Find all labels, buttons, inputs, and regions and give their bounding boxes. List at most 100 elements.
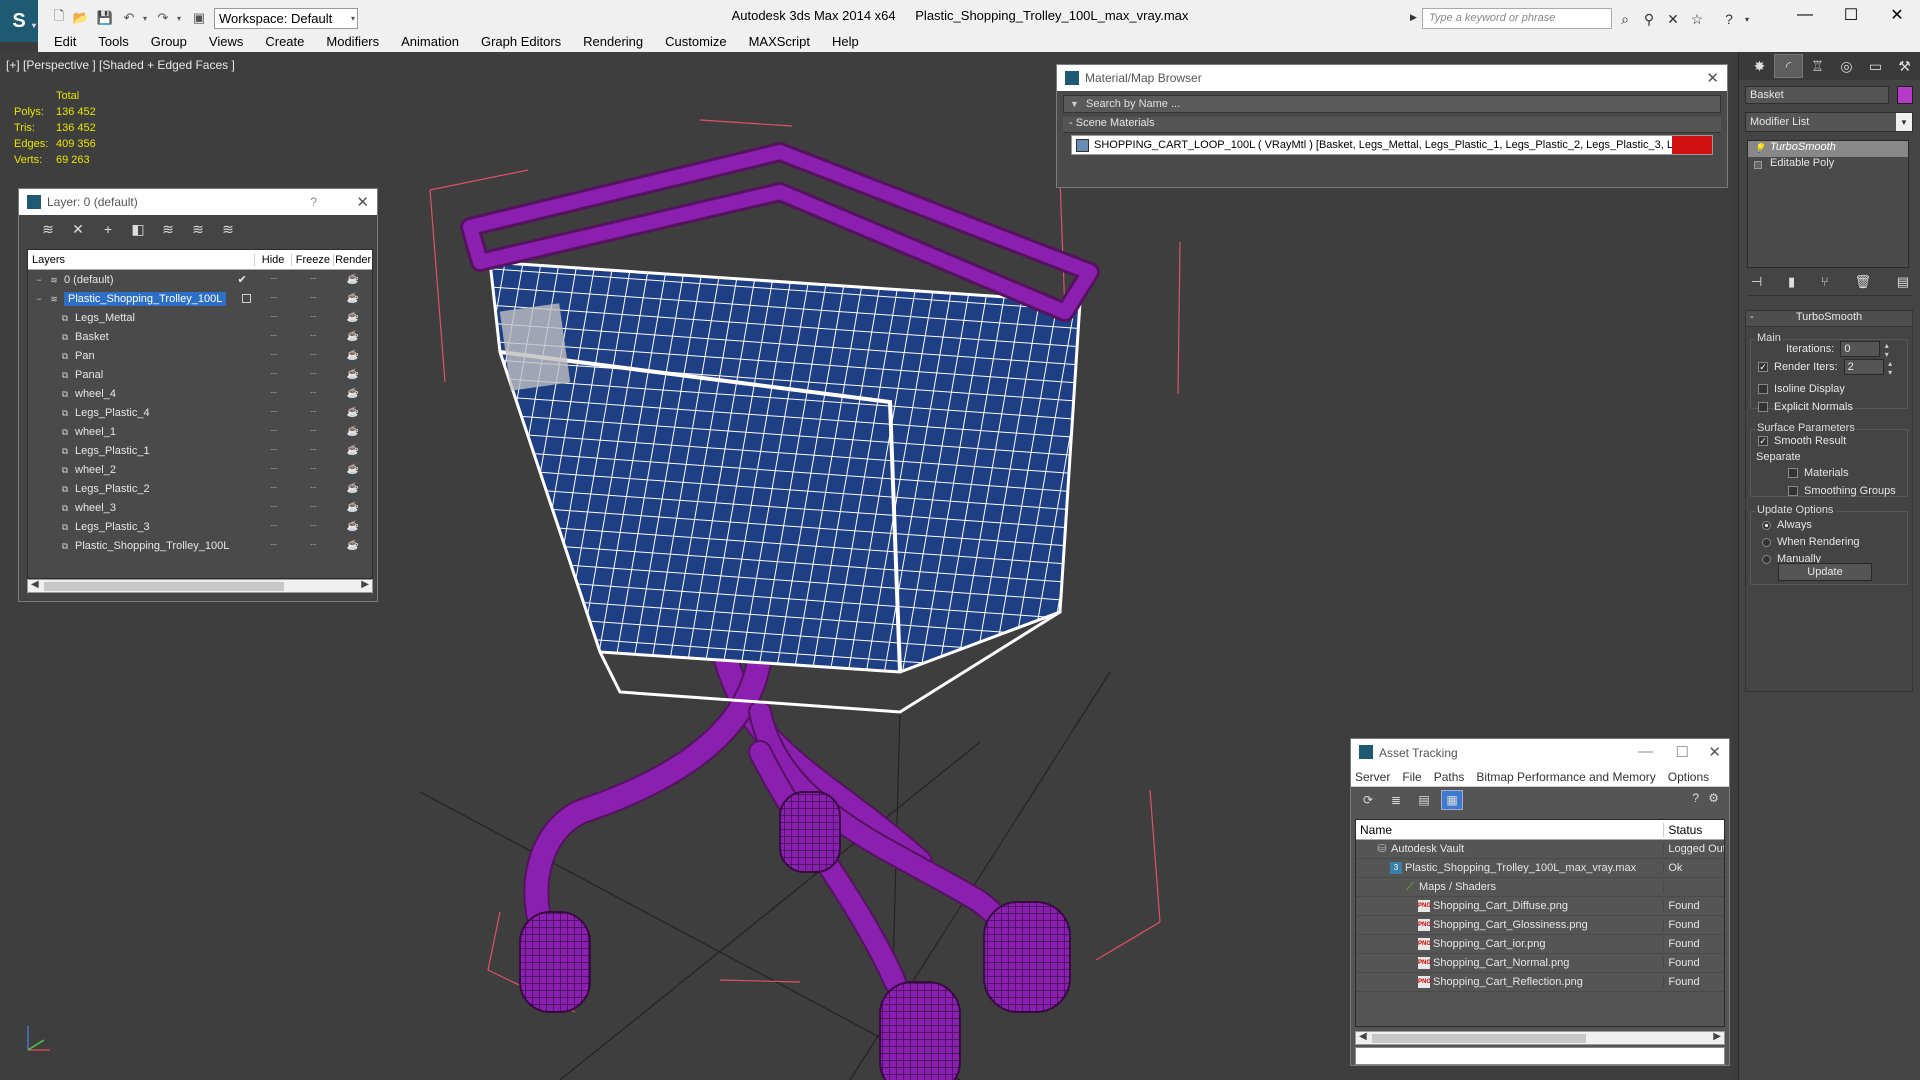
- menu-customize[interactable]: Customize: [665, 34, 726, 49]
- undo-dropdown-icon[interactable]: ▾: [136, 9, 154, 27]
- layer-row[interactable]: − ≋ 0 (default) ✔ ┄ ┄ ☕: [28, 270, 372, 289]
- save-file-icon[interactable]: 💾: [96, 9, 114, 27]
- project-folder-icon[interactable]: ▣: [190, 9, 208, 27]
- utilities-tab-icon[interactable]: ⚒: [1890, 54, 1919, 78]
- layer-row[interactable]: ⧉ Legs_Plastic_1 ┄ ┄ ☕: [28, 441, 372, 460]
- collapse-icon[interactable]: −: [34, 294, 44, 304]
- freeze-toggle-icon[interactable]: ┄: [293, 369, 335, 380]
- hide-all-icon[interactable]: ≋: [183, 221, 213, 238]
- chevron-down-icon[interactable]: ▼: [1896, 113, 1912, 131]
- layer-window-titlebar[interactable]: Layer: 0 (default) ? ✕: [19, 189, 377, 215]
- freeze-toggle-icon[interactable]: ┄: [292, 293, 334, 304]
- render-toggle-icon[interactable]: ☕: [334, 369, 372, 380]
- always-radio[interactable]: [1762, 520, 1771, 530]
- asset-row[interactable]: PNG Shopping_Cart_ior.png Found: [1356, 935, 1724, 954]
- favorites-star-icon[interactable]: ☆: [1688, 10, 1706, 28]
- freeze-toggle-icon[interactable]: ┄: [293, 445, 335, 456]
- maximize-icon[interactable]: ☐: [1676, 743, 1689, 761]
- close-icon[interactable]: ✕: [1708, 743, 1721, 761]
- scroll-thumb[interactable]: [44, 582, 284, 591]
- settings-icon[interactable]: ⚙: [1708, 791, 1719, 805]
- render-toggle-icon[interactable]: ☕: [334, 331, 372, 342]
- asset-row[interactable]: PNG Shopping_Cart_Diffuse.png Found: [1356, 897, 1724, 916]
- render-toggle-icon[interactable]: ☕: [334, 483, 372, 494]
- when-rendering-radio[interactable]: [1762, 537, 1771, 547]
- menu-modifiers[interactable]: Modifiers: [326, 34, 379, 49]
- stack-item-turbosmooth[interactable]: 💡 TurboSmooth: [1748, 141, 1908, 157]
- freeze-toggle-icon[interactable]: ┄: [293, 331, 335, 342]
- object-color-swatch[interactable]: [1897, 86, 1913, 104]
- menu-create[interactable]: Create: [265, 34, 304, 49]
- hide-toggle-icon[interactable]: ┄: [255, 540, 293, 551]
- column-hide[interactable]: Hide: [255, 253, 293, 266]
- freeze-all-icon[interactable]: ≋: [213, 221, 243, 238]
- layer-row[interactable]: ⧉ Legs_Plastic_3 ┄ ┄ ☕: [28, 517, 372, 536]
- material-entry[interactable]: SHOPPING_CART_LOOP_100L ( VRayMtl ) [Bas…: [1071, 135, 1713, 155]
- layer-row[interactable]: ⧉ wheel_2 ┄ ┄ ☕: [28, 460, 372, 479]
- workspace-dropdown[interactable]: Workspace: Default: [214, 8, 358, 29]
- freeze-toggle-icon[interactable]: ┄: [293, 350, 335, 361]
- scroll-right-icon[interactable]: ▶: [361, 579, 369, 590]
- help-icon[interactable]: ?: [1692, 791, 1699, 805]
- open-file-icon[interactable]: 📂: [72, 9, 90, 27]
- make-unique-icon[interactable]: ⑂: [1821, 274, 1829, 295]
- layer-row[interactable]: ⧉ wheel_3 ┄ ┄ ☕: [28, 498, 372, 517]
- asset-menu-file[interactable]: File: [1402, 770, 1421, 784]
- asset-row[interactable]: PNG Shopping_Cart_Normal.png Found: [1356, 954, 1724, 973]
- help-icon[interactable]: ?: [1720, 10, 1738, 28]
- material-browser-titlebar[interactable]: Material/Map Browser ✕: [1057, 65, 1727, 91]
- hide-toggle-icon[interactable]: ┄: [255, 502, 293, 513]
- render-toggle-icon[interactable]: ☕: [334, 312, 372, 323]
- column-layers[interactable]: Layers: [28, 253, 255, 266]
- layer-row[interactable]: ⧉ Panal ┄ ┄ ☕: [28, 365, 372, 384]
- render-toggle-icon[interactable]: ☕: [334, 426, 372, 437]
- hide-toggle-icon[interactable]: ┄: [255, 293, 293, 304]
- asset-menu-paths[interactable]: Paths: [1434, 770, 1465, 784]
- render-toggle-icon[interactable]: ☕: [334, 274, 372, 285]
- collapse-icon[interactable]: −: [34, 275, 44, 285]
- horizontal-scrollbar[interactable]: ◀ ▶: [27, 579, 373, 593]
- remove-modifier-icon[interactable]: 🗑: [1854, 274, 1871, 295]
- display-tab-icon[interactable]: ▭: [1861, 54, 1890, 78]
- close-icon[interactable]: ✕: [1706, 69, 1719, 87]
- lightbulb-icon[interactable]: 💡: [1754, 143, 1765, 154]
- layer-row[interactable]: ⧉ Legs_Plastic_4 ┄ ┄ ☕: [28, 403, 372, 422]
- layer-row[interactable]: ⧉ Legs_Mettal ┄ ┄ ☕: [28, 308, 372, 327]
- communication-center-icon[interactable]: ✕: [1664, 10, 1682, 28]
- hide-toggle-icon[interactable]: ┄: [255, 274, 293, 285]
- layer-row[interactable]: ⧉ wheel_1 ┄ ┄ ☕: [28, 422, 372, 441]
- scroll-left-icon[interactable]: ◀: [31, 579, 39, 590]
- modifier-list-dropdown[interactable]: Modifier List ▼: [1745, 112, 1913, 132]
- list-view-icon[interactable]: ≣: [1385, 790, 1407, 810]
- scene-materials-section[interactable]: - Scene Materials: [1063, 117, 1721, 133]
- asset-tracking-titlebar[interactable]: Asset Tracking — ☐ ✕: [1351, 739, 1729, 767]
- pin-stack-icon[interactable]: ⊣: [1751, 274, 1762, 295]
- table-view-icon[interactable]: ▦: [1441, 790, 1463, 810]
- hierarchy-tab-icon[interactable]: ♖: [1803, 54, 1832, 78]
- help-button[interactable]: ?: [310, 195, 317, 209]
- render-iters-spinner[interactable]: 2: [1843, 359, 1895, 377]
- freeze-toggle-icon[interactable]: ┄: [293, 426, 335, 437]
- material-search-input[interactable]: ▼ Search by Name ...: [1063, 95, 1721, 113]
- stack-item-editable-poly[interactable]: Editable Poly: [1748, 157, 1908, 173]
- hide-toggle-icon[interactable]: ┄: [255, 521, 293, 532]
- menu-animation[interactable]: Animation: [401, 34, 459, 49]
- asset-row[interactable]: ⛁ Autodesk Vault Logged Out: [1356, 840, 1724, 859]
- scroll-thumb[interactable]: [1372, 1034, 1586, 1043]
- hide-toggle-icon[interactable]: ┄: [255, 445, 293, 456]
- options-dropdown-icon[interactable]: ▼: [1070, 99, 1079, 109]
- object-name-field[interactable]: Basket: [1745, 86, 1889, 104]
- add-to-layer-icon[interactable]: +: [93, 221, 123, 237]
- modify-tab-icon[interactable]: ◜: [1774, 54, 1803, 78]
- asset-row[interactable]: ⟋ Maps / Shaders: [1356, 878, 1724, 897]
- hide-toggle-icon[interactable]: ┄: [255, 464, 293, 475]
- tree-view-icon[interactable]: ▤: [1413, 790, 1435, 810]
- asset-path-field[interactable]: [1355, 1047, 1725, 1065]
- maximize-icon[interactable]: ☐: [1828, 0, 1874, 30]
- freeze-toggle-icon[interactable]: ┄: [293, 540, 335, 551]
- explicit-normals-checkbox[interactable]: [1758, 402, 1768, 412]
- render-iters-checkbox[interactable]: ✓: [1758, 362, 1768, 372]
- freeze-toggle-icon[interactable]: ┄: [293, 521, 335, 532]
- layer-row[interactable]: − ≋ Plastic_Shopping_Trolley_100L ┄ ┄ ☕: [28, 289, 372, 308]
- motion-tab-icon[interactable]: ◎: [1832, 54, 1861, 78]
